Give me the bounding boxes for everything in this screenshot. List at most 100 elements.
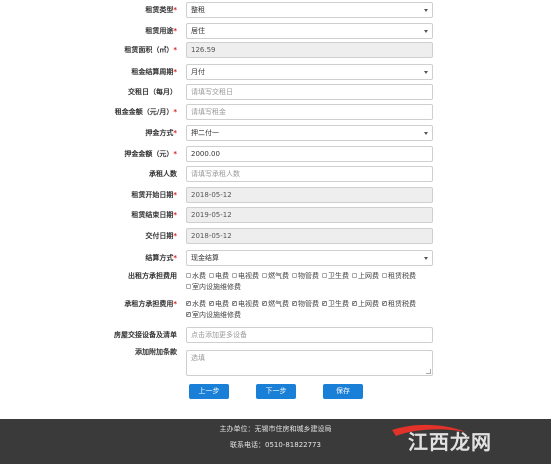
deposit-amount-input[interactable]: 2000.00 [186, 146, 433, 162]
fee-checkbox-option[interactable]: 租赁税费 [382, 271, 416, 282]
fee-checkbox-option[interactable]: 电视费 [232, 298, 259, 310]
checkbox-checked-icon[interactable] [322, 298, 327, 309]
equipment-list-label: 房屋交接设备及清单 [114, 331, 177, 339]
deposit-method-label: 押金方式 [145, 129, 174, 137]
checkbox-icon[interactable] [322, 272, 327, 278]
checkbox-icon[interactable] [382, 272, 387, 278]
additional-terms-label: 添加附加条款 [135, 348, 177, 356]
checkbox-checked-icon[interactable] [382, 298, 387, 309]
lease-start-label: 租赁开始日期 [131, 191, 174, 199]
checkbox-checked-icon[interactable] [209, 298, 214, 309]
settlement-method-select[interactable]: 现金结算 [186, 250, 433, 266]
equipment-list-input[interactable]: 点击添加更多设备 [186, 327, 433, 343]
row-settlement-method: 结算方式* 现金结算 [0, 250, 551, 266]
row-rent-amount: 租金金额（元/月）* 请填写租金 [0, 104, 551, 120]
rental-use-select[interactable]: 居住 [186, 23, 433, 39]
rental-type-select[interactable]: 整租 [186, 2, 433, 18]
fee-option-label: 卫生费 [328, 300, 349, 308]
checkbox-checked-icon[interactable] [262, 298, 267, 309]
fee-option-label: 电视费 [238, 272, 259, 280]
lessee-fees-label: 承租方承担费用 [124, 300, 174, 308]
row-deposit-amount: 押金金额（元）* 2000.00 [0, 146, 551, 162]
resize-handle-icon[interactable] [426, 369, 431, 374]
rental-area-field: 126.59 [186, 42, 433, 58]
save-button[interactable]: 保存 [323, 384, 363, 399]
delivery-date-field: 2018-05-12 [186, 228, 433, 244]
fee-checkbox-option[interactable]: 物管费 [292, 298, 319, 310]
row-payment-cycle: 租金结算周期* 月付 [0, 64, 551, 80]
fee-option-label: 水费 [192, 300, 206, 308]
fee-option-label: 物管费 [298, 272, 319, 280]
checkbox-checked-icon[interactable] [186, 309, 191, 320]
fee-option-label: 上网费 [358, 300, 379, 308]
payment-cycle-label: 租金结算周期 [131, 68, 174, 76]
lease-end-label: 租赁结束日期 [131, 211, 174, 219]
fee-checkbox-option[interactable]: 室内设施维修费 [186, 282, 241, 293]
row-lease-start: 租赁开始日期* 2018-05-12 [0, 187, 551, 203]
checkbox-checked-icon[interactable] [292, 298, 297, 309]
lessor-fees-checkboxes: 水费 电费 电视费 燃气费 物管费 卫生费 上网费 租赁税费室内设施维修费 [186, 271, 436, 293]
checkbox-icon[interactable] [292, 272, 297, 278]
row-lessee-fees: 承租方承担费用* 水费 电费 电视费 燃气费 物管费 卫生费 上网费 租赁税费室内设施维修费 [0, 296, 551, 322]
chevron-down-icon [424, 9, 428, 12]
fee-checkbox-option[interactable]: 卫生费 [322, 271, 349, 282]
required-star: * [173, 27, 177, 35]
checkbox-icon[interactable] [262, 272, 267, 278]
checkbox-icon[interactable] [186, 272, 191, 278]
rent-amount-input[interactable]: 请填写租金 [186, 104, 433, 120]
chevron-down-icon [424, 30, 428, 33]
fee-checkbox-option[interactable]: 燃气费 [262, 298, 289, 310]
fee-checkbox-option[interactable]: 上网费 [352, 271, 379, 282]
fee-checkbox-option[interactable]: 租赁税费 [382, 298, 416, 310]
next-step-button[interactable]: 下一步 [256, 384, 296, 399]
rental-area-label: 租赁面积（㎡） [124, 46, 174, 54]
row-equipment-list: 房屋交接设备及清单 点击添加更多设备 [0, 327, 551, 343]
fee-checkbox-option[interactable]: 水费 [186, 271, 206, 282]
row-delivery-date: 交付日期* 2018-05-12 [0, 228, 551, 244]
fee-checkbox-option[interactable]: 上网费 [352, 298, 379, 310]
rental-use-label: 租赁用途 [145, 27, 174, 35]
watermark-logo: 江西龙网 [386, 420, 522, 458]
required-star: * [173, 6, 177, 14]
checkbox-checked-icon[interactable] [352, 298, 357, 309]
fee-checkbox-option[interactable]: 电费 [209, 298, 229, 310]
fee-option-label: 室内设施维修费 [192, 283, 241, 291]
rent-day-input[interactable]: 请填写交租日 [186, 84, 433, 100]
checkbox-icon[interactable] [209, 272, 214, 278]
checkbox-checked-icon[interactable] [232, 298, 237, 309]
checkbox-icon[interactable] [186, 283, 191, 289]
fee-checkbox-option[interactable]: 物管费 [292, 271, 319, 282]
checkbox-icon[interactable] [352, 272, 357, 278]
fee-checkbox-option[interactable]: 室内设施维修费 [186, 309, 241, 321]
lessor-fees-label: 出租方承担费用 [128, 272, 177, 280]
fee-option-label: 电视费 [238, 300, 259, 308]
required-star: * [173, 254, 177, 262]
row-rent-day: 交租日（每月） 请填写交租日 [0, 84, 551, 100]
checkbox-icon[interactable] [232, 272, 237, 278]
fee-checkbox-option[interactable]: 燃气费 [262, 271, 289, 282]
required-star: * [173, 232, 177, 240]
rent-day-label: 交租日（每月） [128, 88, 177, 96]
fee-checkbox-option[interactable]: 电视费 [232, 271, 259, 282]
prev-step-button[interactable]: 上一步 [189, 384, 229, 399]
tenant-count-input[interactable]: 请填写承租人数 [186, 166, 433, 182]
rent-amount-label: 租金金额（元/月） [114, 108, 174, 116]
row-deposit-method: 押金方式* 押二付一 [0, 125, 551, 141]
payment-cycle-select[interactable]: 月付 [186, 64, 433, 80]
required-star: * [173, 68, 177, 76]
fee-option-label: 物管费 [298, 300, 319, 308]
fee-checkbox-option[interactable]: 卫生费 [322, 298, 349, 310]
fee-checkbox-option[interactable]: 电费 [209, 271, 229, 282]
chevron-down-icon [424, 257, 428, 260]
rental-type-label: 租赁类型 [145, 6, 174, 14]
checkbox-checked-icon[interactable] [186, 298, 191, 309]
required-star: * [173, 191, 177, 199]
row-rental-use: 租赁用途* 居住 [0, 23, 551, 39]
required-star: * [173, 46, 177, 54]
row-lessor-fees: 出租方承担费用 水费 电费 电视费 燃气费 物管费 卫生费 上网费 租赁税费室内设施维修费 [0, 268, 551, 294]
additional-terms-textarea[interactable]: 选填 [186, 350, 433, 376]
deposit-method-select[interactable]: 押二付一 [186, 125, 433, 141]
tenant-count-label: 承租人数 [149, 170, 177, 178]
delivery-date-label: 交付日期 [145, 232, 174, 240]
chevron-down-icon [424, 71, 428, 74]
